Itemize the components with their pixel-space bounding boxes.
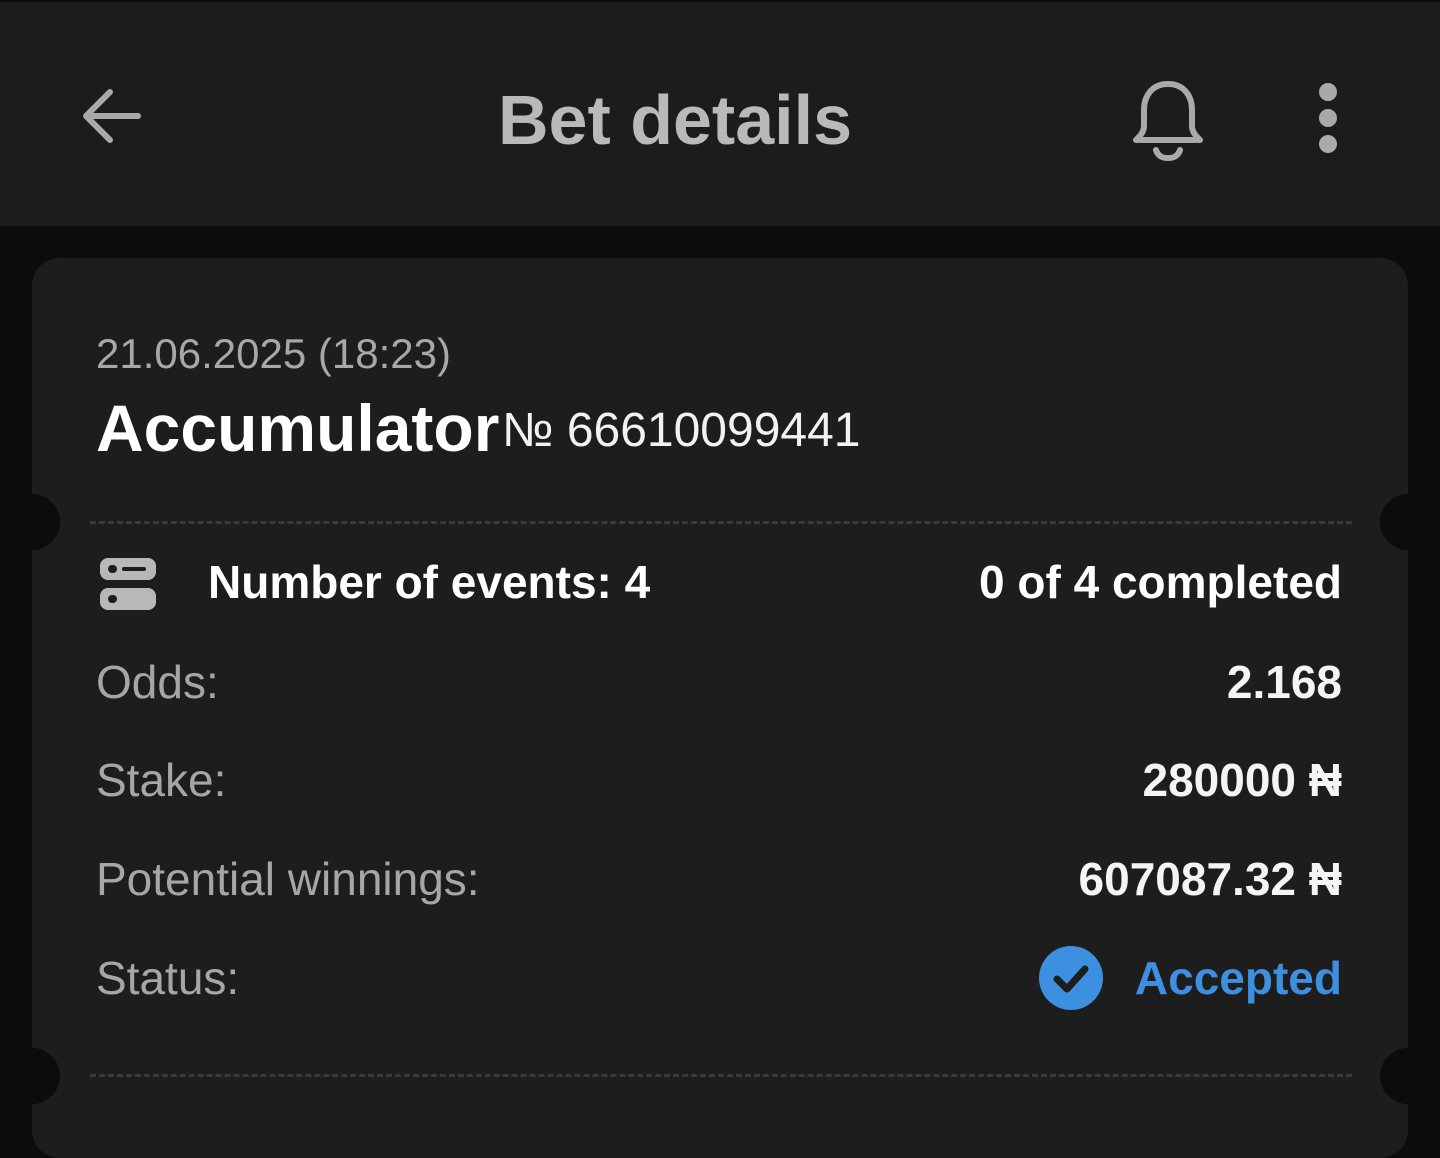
stake-label: Stake:	[96, 754, 227, 806]
potential-winnings-label: Potential winnings:	[96, 853, 480, 905]
more-vertical-icon	[1319, 83, 1337, 153]
bell-icon	[1133, 81, 1203, 162]
potential-winnings-value: 607087.32 ₦	[1078, 853, 1342, 905]
events-progress: 0 of 4 completed	[979, 556, 1342, 608]
bet-type: Accumulator	[96, 391, 500, 465]
ticket-divider	[90, 521, 1352, 524]
stake-value: 280000 ₦	[1142, 754, 1343, 806]
ticket-divider-bottom	[90, 1074, 1352, 1077]
notifications-button[interactable]	[1122, 74, 1214, 166]
status-label: Status:	[96, 952, 240, 1004]
bet-date: 21.06.2025 (18:23)	[96, 330, 451, 377]
ticket-notch-left	[32, 494, 60, 550]
more-options-button[interactable]	[1292, 78, 1364, 158]
odds-label: Odds:	[96, 656, 219, 708]
events-count: Number of events: 4	[208, 556, 651, 608]
bet-card: 21.06.2025 (18:23) Accumulator № 6661009…	[32, 258, 1408, 1158]
ticket-notch-right-bottom	[1380, 1048, 1408, 1104]
top-app-bar: Bet details	[0, 0, 1440, 226]
check-circle-icon	[1038, 946, 1103, 1010]
bet-number: № 66610099441	[502, 404, 861, 457]
status-value: Accepted	[1134, 952, 1342, 1004]
ticket-notch-right	[1380, 494, 1408, 550]
status-badge: Accepted	[1038, 946, 1342, 1010]
list-toggle-icon	[100, 558, 156, 610]
odds-value: 2.168	[1226, 656, 1342, 708]
ticket-notch-left-bottom	[32, 1048, 60, 1104]
